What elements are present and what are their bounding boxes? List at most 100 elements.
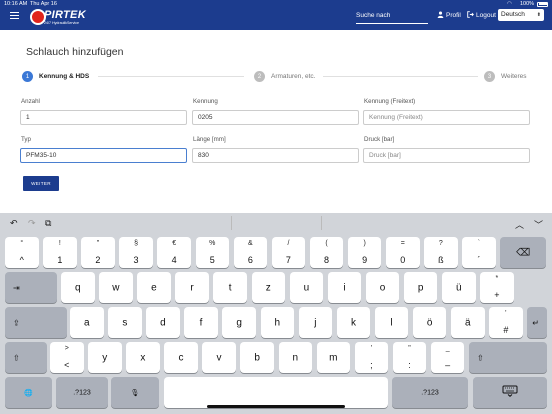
key-1-row2[interactable]: w (99, 272, 133, 303)
anzahl-input[interactable]: 1 (20, 110, 187, 125)
key-9-row3[interactable]: ö (412, 307, 447, 338)
key-4-row3[interactable]: g (222, 307, 256, 338)
key-row1-7[interactable]: /7 (271, 237, 306, 268)
key-0-row2[interactable]: q (61, 272, 95, 303)
key-3-row2[interactable]: r (175, 272, 209, 303)
key-6-row4[interactable]: m (316, 342, 351, 373)
key-row1-8[interactable]: (8 (309, 237, 344, 268)
key-3-row4[interactable]: v (202, 342, 236, 373)
key-2-row2[interactable]: e (137, 272, 171, 303)
key-row1-2[interactable]: " 2 (81, 237, 115, 268)
step-number: 3 (484, 71, 495, 82)
key-hash[interactable]: ' # (489, 307, 523, 338)
redo-icon[interactable]: ↷ (28, 218, 36, 229)
step-3[interactable]: 3 Weiteres (484, 71, 527, 82)
shift-right-key[interactable]: ⇧ (469, 342, 547, 373)
language-value: Deutsch (501, 11, 525, 18)
key-row1-3[interactable]: § 3 (119, 237, 153, 268)
key-8-row3[interactable]: l (374, 307, 409, 338)
search-input[interactable]: Suche nach (356, 9, 428, 24)
key-4-row2[interactable]: t (213, 272, 247, 303)
onscreen-keyboard: ↶ ↷ ⧉ ︿ ﹀ ° ^! 1 " 2 § 3 €4% 5 & 6/7(8) 9 = 0? ß ` ´ ⌫ ⇥ q w… (0, 213, 552, 414)
key-6-row3[interactable]: j (298, 307, 333, 338)
key-label: ä (464, 316, 471, 328)
step-2[interactable]: 2 Armaturen, etc. (254, 71, 315, 82)
key-label: u (303, 281, 310, 293)
key-10-row2[interactable]: ü (442, 272, 476, 303)
caps-lock-key[interactable]: ⇪ (5, 307, 67, 338)
key-7-row2[interactable]: i (327, 272, 362, 303)
step-1[interactable]: 1 Kennung & HDS (22, 71, 89, 82)
key-row1-11[interactable]: ? ß (424, 237, 458, 268)
key-10-row3[interactable]: ä (451, 307, 485, 338)
key-less-greater[interactable]: > < (50, 342, 84, 373)
key-symbol: < (64, 360, 70, 370)
pirtek-logo: PIRTEK 24/7 HydraulikService (30, 7, 90, 27)
key-row1-5[interactable]: % 5 (195, 237, 229, 268)
symbols-key-left[interactable]: .?123 (56, 377, 108, 408)
hamburger-menu-icon[interactable] (10, 12, 19, 20)
key-3-row3[interactable]: f (184, 307, 218, 338)
key-row1-1[interactable]: ! 1 (43, 237, 77, 268)
key-0-row3[interactable]: a (70, 307, 104, 338)
key-5-row3[interactable]: h (260, 307, 294, 338)
key-5-row4[interactable]: n (278, 342, 312, 373)
shift-left-key[interactable]: ⇧ (5, 342, 47, 373)
dictation-key[interactable]: 🎙 (111, 377, 159, 408)
key-8-row2[interactable]: o (365, 272, 400, 303)
druck-input[interactable]: Druck [bar] (363, 148, 530, 163)
return-key[interactable]: ↵ (527, 307, 547, 338)
key-punct-2[interactable]: _ – (430, 342, 465, 373)
key-5-row2[interactable]: z (251, 272, 285, 303)
key-row1-10[interactable]: = 0 (386, 237, 420, 268)
key-2-row4[interactable]: c (164, 342, 198, 373)
return-icon: ↵ (532, 318, 539, 327)
key-symbol: 2 (95, 255, 101, 265)
logout-link[interactable]: Logout (467, 11, 496, 20)
key-row1-12[interactable]: ` ´ (462, 237, 496, 268)
key-9-row2[interactable]: p (403, 272, 438, 303)
key-7-row3[interactable]: k (336, 307, 371, 338)
tab-key[interactable]: ⇥ (5, 272, 57, 303)
key-label: j (314, 316, 317, 328)
space-bar[interactable] (164, 377, 388, 408)
key-shift-symbol: = (400, 240, 405, 247)
language-select[interactable]: Deutsch ⬍ (498, 9, 544, 21)
symbols-key-right[interactable]: .?123 (392, 377, 468, 408)
typ-input[interactable]: PFM35-10 (20, 148, 187, 163)
paste-icon[interactable]: ⧉ (45, 218, 51, 229)
symbols-label: .?123 (421, 389, 439, 396)
key-punct-0[interactable]: '; (354, 342, 389, 373)
profile-link[interactable]: Profil (437, 11, 461, 20)
key-shift-symbol: ` (477, 240, 481, 247)
key-row1-4[interactable]: €4 (157, 237, 191, 268)
previous-field-icon[interactable]: ︿ (515, 218, 524, 231)
undo-icon[interactable]: ↶ (10, 218, 18, 229)
key-label: ü (455, 281, 462, 293)
key-1-row3[interactable]: s (108, 307, 142, 338)
key-row1-9[interactable]: ) 9 (347, 237, 382, 268)
kennung-input[interactable]: 0205 (192, 110, 359, 125)
shift-icon: ⇧ (13, 353, 20, 362)
key-0-row4[interactable]: y (88, 342, 122, 373)
key-1-row4[interactable]: x (126, 342, 160, 373)
kennung-freitext-input[interactable]: Kennung (Freitext) (363, 110, 530, 125)
key-symbol: 8 (324, 255, 330, 265)
backspace-key[interactable]: ⌫ (500, 237, 546, 268)
key-plus[interactable]: * + (480, 272, 514, 303)
key-symbol: 5 (209, 255, 215, 265)
key-label: y (102, 351, 108, 363)
globe-key[interactable]: 🌐 (5, 377, 52, 408)
key-punct-1[interactable]: ": (392, 342, 427, 373)
hide-keyboard-key[interactable] (473, 377, 547, 408)
laenge-input[interactable]: 830 (192, 148, 359, 163)
key-6-row2[interactable]: u (289, 272, 324, 303)
key-label: c (178, 351, 184, 363)
key-4-row4[interactable]: b (240, 342, 274, 373)
key-row1-0[interactable]: ° ^ (5, 237, 39, 268)
key-2-row3[interactable]: d (146, 307, 180, 338)
ipad-screen: 10:16 AM Thu Apr 16 ◠ 100% PIRTEK 24/7 H… (0, 0, 552, 414)
next-field-icon[interactable]: ﹀ (534, 218, 543, 231)
key-row1-6[interactable]: & 6 (233, 237, 268, 268)
weiter-button[interactable]: WEITER (23, 176, 59, 191)
